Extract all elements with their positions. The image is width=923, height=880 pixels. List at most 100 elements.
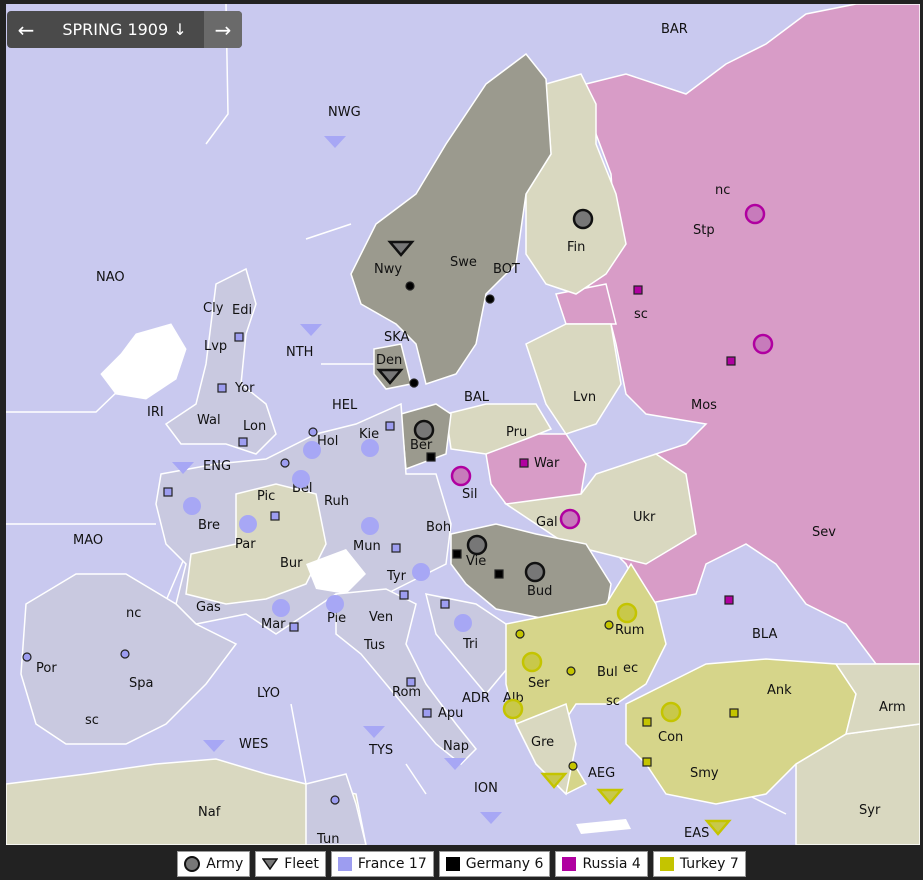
label-ska: SKA: [384, 330, 410, 345]
legend-army-label: Army: [206, 856, 244, 872]
sc-sev: [724, 595, 734, 605]
label-den: Den: [376, 353, 402, 368]
sc-kie: [385, 421, 395, 431]
unit-army-gal[interactable]: [559, 508, 581, 530]
label-nao: NAO: [96, 270, 125, 285]
unit-army-tyr[interactable]: [412, 563, 430, 581]
legend-russia: Russia 4: [555, 851, 648, 877]
label-nwy: Nwy: [374, 262, 402, 277]
sc-por: [22, 652, 32, 662]
sc-swe: [485, 294, 495, 304]
sc-rom: [406, 677, 416, 687]
sc-vie: [452, 549, 462, 559]
label-bla: BLA: [752, 627, 777, 642]
label-ion: ION: [474, 781, 498, 796]
sc-nwy: [405, 281, 415, 291]
diplomacy-map[interactable]: BAR NWG NAO NTH SKA HEL BAL BOT IRI ENG …: [6, 4, 920, 845]
sc-hol: [308, 427, 318, 437]
label-iri: IRI: [147, 405, 164, 420]
legend-army: Army: [177, 851, 251, 877]
legend-turkey: Turkey 7: [652, 851, 746, 877]
label-tyr: Tyr: [386, 569, 407, 584]
unit-army-kie[interactable]: [361, 439, 379, 457]
next-phase-button[interactable]: →: [204, 11, 242, 48]
unit-army-rum[interactable]: [616, 602, 638, 624]
label-ruh: Ruh: [324, 494, 349, 509]
label-eng: ENG: [203, 459, 231, 474]
unit-army-mun[interactable]: [361, 517, 379, 535]
label-tri: Tri: [462, 637, 478, 652]
label-arm: Arm: [879, 700, 906, 715]
label-pic: Pic: [257, 489, 275, 504]
label-ven: Ven: [369, 610, 393, 625]
unit-army-sil[interactable]: [450, 465, 472, 487]
sc-edi: [234, 332, 244, 342]
phase-navigator: ← SPRING 1909 ↓ →: [7, 11, 242, 48]
sc-spa: [120, 649, 130, 659]
phase-selector[interactable]: SPRING 1909 ↓: [45, 20, 204, 39]
sc-nap: [422, 708, 432, 718]
label-boh: Boh: [426, 520, 451, 535]
france-swatch-icon: [337, 857, 352, 871]
germany-swatch-icon: [445, 857, 460, 871]
unit-army-vie[interactable]: [466, 534, 488, 556]
unit-army-tri[interactable]: [454, 614, 472, 632]
label-stp-sc: sc: [634, 307, 648, 322]
unit-army-bre[interactable]: [183, 497, 201, 515]
legend-germany-label: Germany 6: [465, 856, 544, 872]
label-bot: BOT: [493, 262, 520, 277]
label-bur: Bur: [280, 556, 303, 571]
label-par: Par: [235, 537, 256, 552]
unit-army-fin[interactable]: [572, 208, 594, 230]
label-spa-sc: sc: [85, 713, 99, 728]
label-pie: Pie: [327, 611, 346, 626]
label-ukr: Ukr: [633, 510, 656, 525]
unit-army-stp[interactable]: [744, 203, 766, 225]
unit-army-mar[interactable]: [272, 599, 290, 617]
legend-france-label: France 17: [357, 856, 427, 872]
unit-army-ser[interactable]: [521, 651, 543, 673]
unit-army-hol[interactable]: [303, 441, 321, 459]
label-ank: Ank: [767, 683, 792, 698]
prev-phase-button[interactable]: ←: [7, 11, 45, 48]
label-cly: Cly: [203, 301, 224, 316]
label-wal: Wal: [197, 413, 221, 428]
label-vie: Vie: [466, 554, 486, 569]
label-syr: Syr: [859, 803, 881, 818]
label-sil: Sil: [462, 487, 477, 502]
label-mos: Mos: [691, 398, 717, 413]
unit-army-pie[interactable]: [326, 595, 344, 613]
sc-bul: [566, 666, 576, 676]
unit-army-con[interactable]: [660, 701, 682, 723]
sc-mos: [726, 356, 736, 366]
label-gal: Gal: [536, 515, 558, 530]
label-nth: NTH: [286, 345, 313, 360]
label-spa-nc: nc: [126, 606, 141, 621]
unit-army-bud[interactable]: [524, 561, 546, 583]
legend-germany: Germany 6: [438, 851, 551, 877]
sc-rum: [604, 620, 614, 630]
unit-army-bel[interactable]: [292, 470, 310, 488]
sc-par: [270, 511, 280, 521]
sc-war: [519, 458, 529, 468]
unit-army-ber[interactable]: [413, 419, 435, 441]
sc-gre: [568, 761, 578, 771]
unit-army-alb[interactable]: [502, 698, 524, 720]
sc-bel: [280, 458, 290, 468]
label-adr: ADR: [462, 691, 490, 706]
unit-army-mos[interactable]: [752, 333, 774, 355]
label-bul-sc: sc: [606, 694, 620, 709]
label-aeg: AEG: [588, 766, 615, 781]
label-gas: Gas: [196, 600, 221, 615]
legend-france: France 17: [330, 851, 434, 877]
label-ber: Ber: [410, 438, 433, 453]
map-frame: BAR NWG NAO NTH SKA HEL BAL BOT IRI ENG …: [0, 0, 923, 848]
sc-lon: [238, 437, 248, 447]
label-smy: Smy: [690, 766, 719, 781]
label-apu: Apu: [438, 706, 463, 721]
turkey-swatch-icon: [659, 857, 674, 871]
unit-army-par[interactable]: [239, 515, 257, 533]
label-naf: Naf: [198, 805, 221, 820]
arrow-left-icon: ←: [17, 17, 35, 42]
label-stp: Stp: [693, 223, 715, 238]
